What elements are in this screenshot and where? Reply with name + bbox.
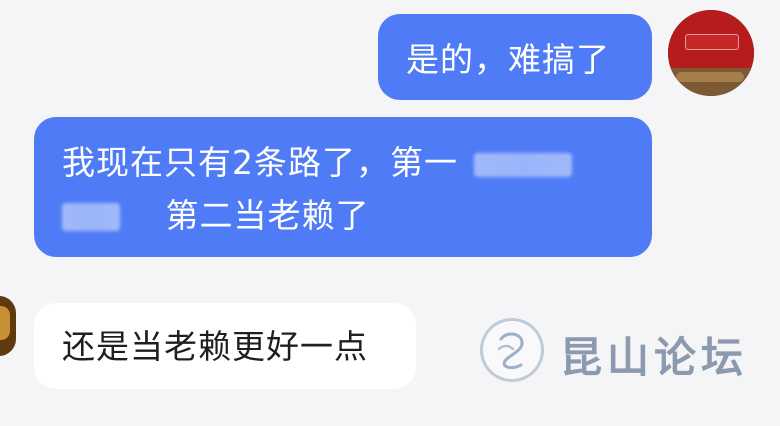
brand-logo-icon (480, 318, 544, 382)
message-bubble[interactable]: 我现在只有2条路了，第一 第二当老赖了 (34, 117, 652, 257)
avatar-right-sign (685, 34, 739, 50)
message-text: 是的，难搞了 (406, 40, 610, 79)
message-text: 我现在只有2条路了，第一 (62, 143, 458, 182)
watermark: 昆山论坛 (480, 318, 770, 388)
message-bubble[interactable]: 是的，难搞了 (378, 14, 652, 100)
avatar-left-glow (0, 306, 10, 340)
message-bubble[interactable]: 还是当老赖更好一点 (34, 303, 416, 389)
avatar-right[interactable] (668, 10, 754, 96)
blurred-redaction (62, 203, 120, 232)
brand-logo-glyph-icon (497, 332, 524, 370)
message-text: 第二当老赖了 (165, 195, 370, 235)
avatar-left[interactable] (0, 296, 16, 356)
watermark-brand-text: 昆山论坛 (560, 333, 749, 382)
message-text: 还是当老赖更好一点 (62, 327, 368, 366)
blurred-redaction (473, 152, 572, 177)
message-line-2: 第二当老赖了 (62, 194, 652, 239)
avatar-right-shine (676, 72, 744, 82)
